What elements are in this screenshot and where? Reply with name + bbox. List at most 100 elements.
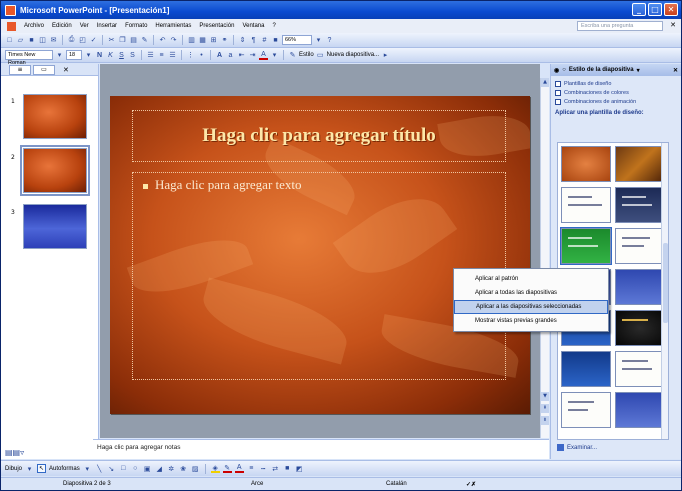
- zoom-combo[interactable]: 66%: [282, 35, 312, 45]
- forward-icon[interactable]: ○: [562, 67, 566, 73]
- dash-style-icon[interactable]: ┅: [259, 464, 268, 473]
- arrow-icon[interactable]: ↘: [107, 464, 116, 473]
- previous-slide-icon[interactable]: ⇞: [541, 404, 549, 413]
- current-slide[interactable]: Haga clic para agregar título Haga clic …: [110, 96, 530, 414]
- template-thumbnail[interactable]: [615, 351, 665, 387]
- align-right-icon[interactable]: ☰: [168, 51, 177, 60]
- permission-icon[interactable]: ◫: [38, 36, 47, 45]
- template-thumbnail[interactable]: [561, 392, 611, 428]
- italic-icon[interactable]: K: [106, 51, 115, 60]
- tables-borders-icon[interactable]: ⊞: [209, 36, 218, 45]
- close-task-pane-icon[interactable]: ✕: [673, 67, 678, 74]
- autoshapes-button[interactable]: Autoformas: [49, 466, 80, 472]
- redo-icon[interactable]: ↷: [169, 36, 178, 45]
- bullets-icon[interactable]: •: [197, 51, 206, 60]
- menu-insertar[interactable]: Insertar: [93, 23, 121, 29]
- line-style-icon[interactable]: ≡: [247, 464, 256, 473]
- apply-to-selected-slides-item[interactable]: Aplicar a las diapositivas seleccionadas: [454, 300, 608, 314]
- select-objects-icon[interactable]: ↖: [37, 464, 47, 473]
- oval-icon[interactable]: ○: [131, 464, 140, 473]
- template-thumbnail[interactable]: [615, 187, 665, 223]
- template-thumbnail[interactable]: [615, 269, 665, 305]
- template-thumbnail[interactable]: [561, 187, 611, 223]
- menu-ventana[interactable]: Ventana: [238, 23, 268, 29]
- spelling-icon[interactable]: ✓: [89, 36, 98, 45]
- template-thumbnail[interactable]: [615, 310, 665, 346]
- menu-herramientas[interactable]: Herramientas: [151, 23, 195, 29]
- draw-dropdown-icon[interactable]: ▾: [25, 464, 34, 473]
- font-color-dropdown-icon[interactable]: ▾: [270, 51, 279, 60]
- help-question-input[interactable]: Escriba una pregunta: [577, 21, 663, 31]
- view-buttons[interactable]: ▤▤▿: [5, 448, 24, 457]
- tab-slides[interactable]: ▭: [33, 64, 55, 75]
- template-thumbnail[interactable]: [561, 351, 611, 387]
- picture-icon[interactable]: ▨: [191, 464, 200, 473]
- show-large-previews-item[interactable]: Mostrar vistas previas grandes: [454, 314, 608, 328]
- wordart-icon[interactable]: ◢: [155, 464, 164, 473]
- maximize-button[interactable]: □: [648, 3, 662, 16]
- color-grayscale-icon[interactable]: ■: [271, 36, 280, 45]
- tab-outline[interactable]: ≡: [9, 64, 31, 75]
- print-preview-icon[interactable]: ◰: [78, 36, 87, 45]
- template-thumbnail[interactable]: [615, 228, 665, 264]
- template-thumbnail[interactable]: [560, 227, 612, 265]
- line-icon[interactable]: ╲: [95, 464, 104, 473]
- paste-icon[interactable]: ▤: [129, 36, 138, 45]
- zoom-dropdown-icon[interactable]: ▾: [314, 36, 323, 45]
- autoshapes-dropdown-icon[interactable]: ▾: [83, 464, 92, 473]
- insert-table-icon[interactable]: ▦: [198, 36, 207, 45]
- copy-icon[interactable]: ❐: [118, 36, 127, 45]
- font-color-icon[interactable]: A: [259, 51, 268, 60]
- design-icon[interactable]: ✎: [288, 51, 297, 60]
- shadow-style-icon[interactable]: ■: [283, 464, 292, 473]
- save-icon[interactable]: ■: [27, 36, 36, 45]
- animation-schemes-link[interactable]: Combinaciones de animación: [551, 97, 681, 106]
- powerpoint-app-icon[interactable]: [5, 4, 16, 16]
- gallery-scrollbar[interactable]: [661, 143, 668, 439]
- new-icon[interactable]: □: [5, 36, 14, 45]
- font-color-icon[interactable]: A: [234, 464, 244, 473]
- vertical-scrollbar[interactable]: ▲ ▼ ⇞ ⇟: [540, 78, 549, 438]
- textbox-icon[interactable]: ▣: [143, 464, 152, 473]
- increase-font-icon[interactable]: A: [215, 51, 224, 60]
- underline-icon[interactable]: S: [117, 51, 126, 60]
- menu-edicion[interactable]: Edición: [48, 23, 76, 29]
- fill-color-icon[interactable]: ◈: [210, 464, 220, 473]
- document-icon[interactable]: [7, 21, 16, 31]
- close-document-icon[interactable]: ✕: [670, 21, 676, 29]
- scroll-down-icon[interactable]: ▼: [541, 392, 549, 401]
- dropdown-icon[interactable]: ▾: [637, 67, 640, 74]
- font-size-combo[interactable]: 18: [66, 50, 82, 60]
- gallery-scroll-thumb[interactable]: [663, 243, 668, 323]
- bold-icon[interactable]: N: [95, 51, 104, 60]
- new-slide-button[interactable]: Nueva diapositiva...: [327, 52, 379, 58]
- next-slide-icon[interactable]: ⇟: [541, 416, 549, 425]
- rectangle-icon[interactable]: □: [119, 464, 128, 473]
- menu-formato[interactable]: Formato: [121, 23, 151, 29]
- draw-menu-button[interactable]: Dibujo: [5, 466, 22, 472]
- print-icon[interactable]: ⎙: [67, 36, 76, 45]
- menu-help[interactable]: ?: [268, 23, 279, 29]
- font-name-combo[interactable]: Times New Roman: [5, 50, 53, 66]
- notes-pane[interactable]: Haga clic para agregar notas: [93, 439, 549, 459]
- slide-thumbnail-1[interactable]: [23, 94, 87, 139]
- increase-indent-icon[interactable]: ⇥: [248, 51, 257, 60]
- undo-icon[interactable]: ↶: [158, 36, 167, 45]
- shadow-icon[interactable]: S: [128, 51, 137, 60]
- menu-ver[interactable]: Ver: [76, 23, 93, 29]
- expand-all-icon[interactable]: ⇕: [238, 36, 247, 45]
- align-left-icon[interactable]: ☰: [146, 51, 155, 60]
- close-button[interactable]: ✕: [664, 3, 678, 16]
- design-templates-link[interactable]: Plantillas de diseño: [551, 79, 681, 88]
- task-pane-title[interactable]: Estilo de la diapositiva: [569, 67, 634, 73]
- template-thumbnail[interactable]: [561, 146, 611, 182]
- template-thumbnail[interactable]: [615, 392, 665, 428]
- body-placeholder[interactable]: Haga clic para agregar texto: [132, 172, 506, 380]
- cut-icon[interactable]: ✂: [107, 36, 116, 45]
- size-dropdown-icon[interactable]: ▾: [84, 51, 93, 60]
- minimize-button[interactable]: _: [632, 3, 646, 16]
- slide-thumbnail-3[interactable]: [23, 204, 87, 249]
- menu-presentacion[interactable]: Presentación: [195, 23, 238, 29]
- email-icon[interactable]: ✉: [49, 36, 58, 45]
- font-dropdown-icon[interactable]: ▾: [55, 51, 64, 60]
